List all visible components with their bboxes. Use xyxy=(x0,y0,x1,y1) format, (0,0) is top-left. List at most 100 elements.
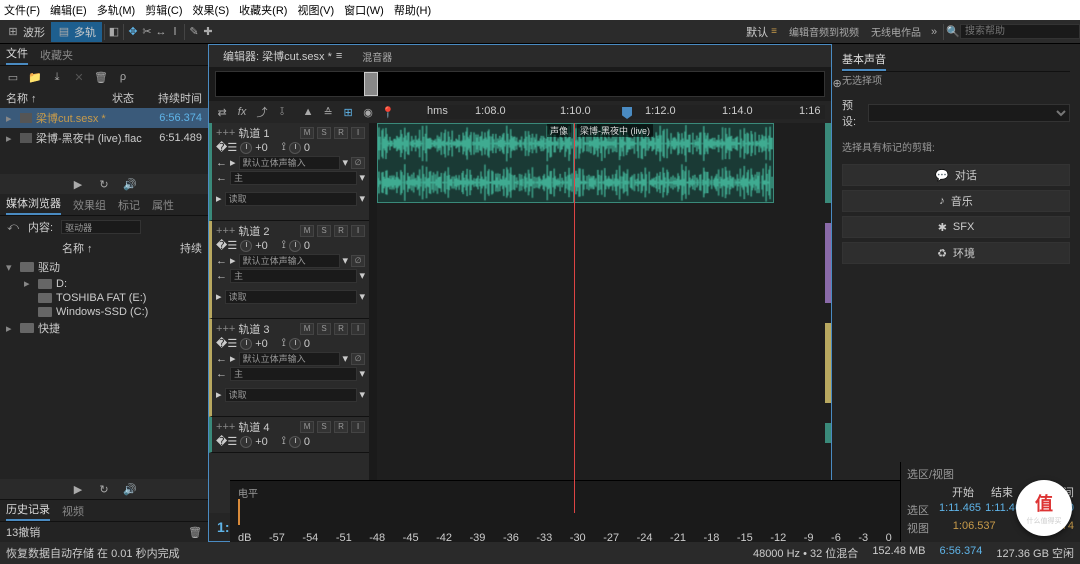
editor-tab-session[interactable]: 编辑器: 梁博cut.sesx *≡ xyxy=(215,46,350,66)
autoplay-icon[interactable]: 🔊 xyxy=(123,177,137,191)
drive-row[interactable]: ▸D: xyxy=(0,276,208,291)
track-header[interactable]: +++轨道 3MSRⅠ�☰+0⟟0←▸默认立体声输入▾∅←主▾▸读取▾ xyxy=(209,319,369,417)
assign-环境-button[interactable]: ♻环境 xyxy=(842,242,1070,264)
track-r-button[interactable]: R xyxy=(334,421,348,433)
preset-select[interactable] xyxy=(868,104,1070,122)
filter-icon[interactable]: ρ xyxy=(116,70,130,84)
tool-marker-icon[interactable]: ◉ xyxy=(361,105,375,119)
new-file-icon[interactable]: ▭ xyxy=(6,70,20,84)
menu-effects[interactable]: 效果(S) xyxy=(193,2,230,18)
overview-handle[interactable] xyxy=(364,72,378,96)
track-arm-button[interactable]: Ⅰ xyxy=(351,225,365,237)
tool-snap-icon[interactable]: ▲ xyxy=(301,105,315,119)
workspace-edit-av[interactable]: 编辑音频到视频 xyxy=(783,22,865,41)
drive-row[interactable]: ▾驱动 xyxy=(0,258,208,276)
track-m-button[interactable]: M xyxy=(300,323,314,335)
trash-icon[interactable]: 🗑 xyxy=(94,70,108,84)
tool-pin-icon[interactable]: 📍 xyxy=(381,105,395,119)
assign-音乐-button[interactable]: ♪音乐 xyxy=(842,190,1070,212)
track-r-button[interactable]: R xyxy=(334,127,348,139)
track-m-button[interactable]: M xyxy=(300,421,314,433)
time-select-tool-icon[interactable]: Ⅰ xyxy=(168,25,182,39)
heal-tool-icon[interactable]: ✚ xyxy=(201,25,215,39)
workspace-more-icon[interactable]: » xyxy=(927,25,941,39)
tool-ripple-icon[interactable]: ≙ xyxy=(321,105,335,119)
tab-properties[interactable]: 属性 xyxy=(152,197,174,213)
track-bus-select[interactable]: 主 xyxy=(230,171,356,185)
track-s-button[interactable]: S xyxy=(317,127,331,139)
import-icon[interactable]: ⤓ xyxy=(50,70,64,84)
track-input-select[interactable]: 默认立体声输入 xyxy=(239,156,340,170)
workspace-default[interactable]: 默认 ≡ xyxy=(740,22,783,42)
menu-help[interactable]: 帮助(H) xyxy=(394,2,431,18)
overview-navigator[interactable]: ⊕ xyxy=(215,71,825,97)
track-automation-select[interactable]: 读取 xyxy=(225,388,357,402)
track-arm-button[interactable]: Ⅰ xyxy=(351,421,365,433)
browser-play-icon[interactable]: ▶ xyxy=(71,482,85,496)
track-automation-select[interactable]: 读取 xyxy=(225,192,357,206)
track-bus-select[interactable]: 主 xyxy=(230,269,356,283)
multitrack-mode-button[interactable]: ▤多轨 xyxy=(51,22,102,42)
menu-clip[interactable]: 剪辑(C) xyxy=(145,2,182,18)
menu-edit[interactable]: 编辑(E) xyxy=(50,2,87,18)
track-header[interactable]: +++轨道 4MSRⅠ�☰+0⟟0 xyxy=(209,417,369,453)
track-m-button[interactable]: M xyxy=(300,127,314,139)
tab-menu-icon[interactable]: ≡ xyxy=(336,50,342,62)
audio-clip-1[interactable]: 声像 xyxy=(377,123,574,203)
track-bus-select[interactable]: 主 xyxy=(230,367,356,381)
menu-multitrack[interactable]: 多轨(M) xyxy=(97,2,136,18)
file-row[interactable]: ▸梁博-黑夜中 (live).flac6:51.489 xyxy=(0,128,208,148)
tab-history[interactable]: 历史记录 xyxy=(6,501,50,521)
help-search-input[interactable] xyxy=(960,24,1080,39)
history-trash-icon[interactable]: 🗑 xyxy=(188,525,202,539)
time-ruler[interactable]: hms 1:08.0 1:10.0 1:12.0 1:14.0 1:16 xyxy=(427,105,825,119)
timeline-area[interactable]: 声像 梁博-黑夜中 (live) xyxy=(377,123,831,513)
volume-knob[interactable] xyxy=(240,142,252,154)
volume-knob[interactable] xyxy=(240,338,252,350)
track-automation-select[interactable]: 读取 xyxy=(225,290,357,304)
menu-favorites[interactable]: 收藏夹(R) xyxy=(239,2,287,18)
tab-effects-rack[interactable]: 效果组 xyxy=(73,197,106,213)
track-s-button[interactable]: S xyxy=(317,323,331,335)
tool-send-icon[interactable]: ⤴ xyxy=(255,105,269,119)
tool-grid-icon[interactable]: ⊞ xyxy=(341,105,355,119)
assign-SFX-button[interactable]: ✱SFX xyxy=(842,216,1070,238)
tab-video[interactable]: 视频 xyxy=(62,503,84,519)
track-header[interactable]: +++轨道 2MSRⅠ�☰+0⟟0←▸默认立体声输入▾∅←主▾▸读取▾ xyxy=(209,221,369,319)
browser-col-name[interactable]: 名称 ↑ xyxy=(62,240,180,256)
history-item[interactable]: 13撤销🗑 xyxy=(0,522,208,542)
browser-vol-icon[interactable]: 🔊 xyxy=(123,482,137,496)
col-name[interactable]: 名称 ↑ xyxy=(6,90,112,106)
pan-knob[interactable] xyxy=(289,240,301,252)
pan-knob[interactable] xyxy=(289,436,301,448)
menu-window[interactable]: 窗口(W) xyxy=(344,2,384,18)
track-input-select[interactable]: 默认立体声输入 xyxy=(239,254,340,268)
track-header[interactable]: +++轨道 1MSRⅠ�☰+0⟟0←▸默认立体声输入▾∅←主▾▸读取▾ xyxy=(209,123,369,221)
open-file-icon[interactable]: 📁 xyxy=(28,70,42,84)
file-row[interactable]: ▸梁博cut.sesx *6:56.374 xyxy=(0,108,208,128)
tool-fx-icon[interactable]: fx xyxy=(235,105,249,119)
drive-row[interactable]: Windows-SSD (C:) xyxy=(0,305,208,319)
pan-knob[interactable] xyxy=(289,142,301,154)
assign-对话-button[interactable]: 💬对话 xyxy=(842,164,1070,186)
track-arm-button[interactable]: Ⅰ xyxy=(351,127,365,139)
track-s-button[interactable]: S xyxy=(317,225,331,237)
menu-view[interactable]: 视图(V) xyxy=(297,2,334,18)
tab-files[interactable]: 文件 xyxy=(6,45,28,65)
track-s-button[interactable]: S xyxy=(317,421,331,433)
tool-eq-icon[interactable]: ⫱ xyxy=(275,105,289,119)
tab-essential-sound[interactable]: 基本声音 xyxy=(842,51,886,71)
browser-col-duration[interactable]: 持续 xyxy=(180,240,202,256)
tab-media-browser[interactable]: 媒体浏览器 xyxy=(6,195,61,215)
razor-tool-icon[interactable]: ✂ xyxy=(140,25,154,39)
slip-tool-icon[interactable]: ↔ xyxy=(154,25,168,39)
zoom-full-icon[interactable]: ⊕ xyxy=(830,76,844,90)
track-r-button[interactable]: R xyxy=(334,225,348,237)
volume-knob[interactable] xyxy=(240,436,252,448)
drive-row[interactable]: ▸快捷 xyxy=(0,319,208,337)
move-tool-icon[interactable]: ✥ xyxy=(126,25,140,39)
audio-clip-2[interactable]: 梁博-黑夜中 (live) xyxy=(574,123,774,203)
volume-knob[interactable] xyxy=(240,240,252,252)
drive-row[interactable]: TOSHIBA FAT (E:) xyxy=(0,291,208,305)
drive-select[interactable]: 驱动器 xyxy=(61,220,141,234)
